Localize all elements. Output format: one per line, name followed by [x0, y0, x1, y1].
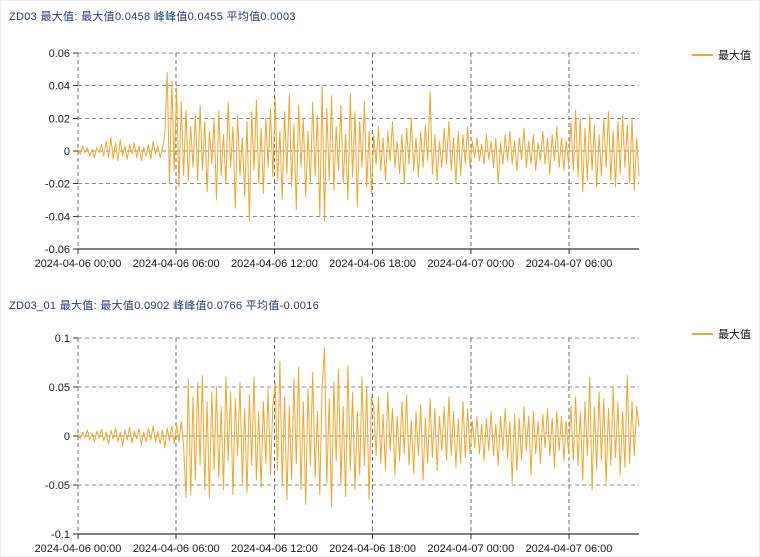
chart-title-zd03-01: ZD03_01 最大值: 最大值0.0902 峰峰值0.0766 平均值-0.0… [9, 297, 319, 313]
plot-canvas-zd03-01[interactable]: 0.1 0.05 0 -0.05 -0.1 2024-04-06 00:00 2024-04… [1, 286, 760, 557]
legend-label: 最大值 [718, 326, 751, 342]
y-tick-label: 0.02 [49, 113, 70, 125]
x-tick-label: 2024-04-06 12:00 [231, 258, 318, 270]
x-tick-label: 2024-04-06 06:00 [133, 258, 220, 270]
chart-title-zd03: ZD03 最大值: 最大值0.0458 峰峰值0.0455 平均值0.0003 [9, 8, 296, 24]
legend-zd03-01[interactable]: 最大值 [692, 326, 751, 342]
legend-line-icon [692, 54, 713, 56]
y-tick-label: -0.05 [45, 480, 70, 492]
vibration-trend-panel: 0.06 0.04 0.02 0 -0.02 -0.04 -0.06 2024-04-06 0… [0, 0, 760, 557]
series-line [78, 73, 639, 222]
x-tick-label: 2024-04-06 18:00 [329, 543, 416, 555]
legend-label: 最大值 [718, 47, 751, 63]
x-tick-label: 2024-04-07 06:00 [526, 543, 613, 555]
x-tick-label: 2024-04-06 06:00 [133, 543, 220, 555]
legend-line-icon [692, 333, 713, 335]
y-tick-label: 0 [64, 431, 70, 443]
x-tick-label: 2024-04-07 06:00 [526, 258, 613, 270]
chart-section-zd03-01: 0.1 0.05 0 -0.05 -0.1 2024-04-06 00:00 2024-04… [1, 286, 760, 557]
y-tick-label: 0.1 [55, 333, 70, 345]
y-tick-label: -0.02 [45, 179, 70, 191]
y-tick-label: 0.05 [49, 382, 70, 394]
x-tick-label: 2024-04-06 18:00 [329, 258, 416, 270]
x-tick-label: 2024-04-07 00:00 [427, 258, 514, 270]
y-tick-label: -0.1 [51, 529, 70, 541]
y-tick-label: 0.06 [49, 48, 70, 60]
x-tick-label: 2024-04-06 00:00 [35, 258, 122, 270]
chart-section-zd03: 0.06 0.04 0.02 0 -0.02 -0.04 -0.06 2024-04-06 0… [1, 1, 760, 286]
y-tick-label: -0.04 [45, 211, 70, 223]
legend-zd03[interactable]: 最大值 [692, 47, 751, 63]
plot-canvas-zd03[interactable]: 0.06 0.04 0.02 0 -0.02 -0.04 -0.06 2024-04-06 0… [1, 1, 760, 286]
series-line [78, 348, 639, 507]
y-tick-label: -0.06 [45, 244, 70, 256]
x-tick-label: 2024-04-06 12:00 [231, 543, 318, 555]
x-tick-label: 2024-04-07 00:00 [427, 543, 514, 555]
x-tick-label: 2024-04-06 00:00 [35, 543, 122, 555]
y-tick-label: 0.04 [49, 81, 70, 93]
y-tick-label: 0 [64, 146, 70, 158]
